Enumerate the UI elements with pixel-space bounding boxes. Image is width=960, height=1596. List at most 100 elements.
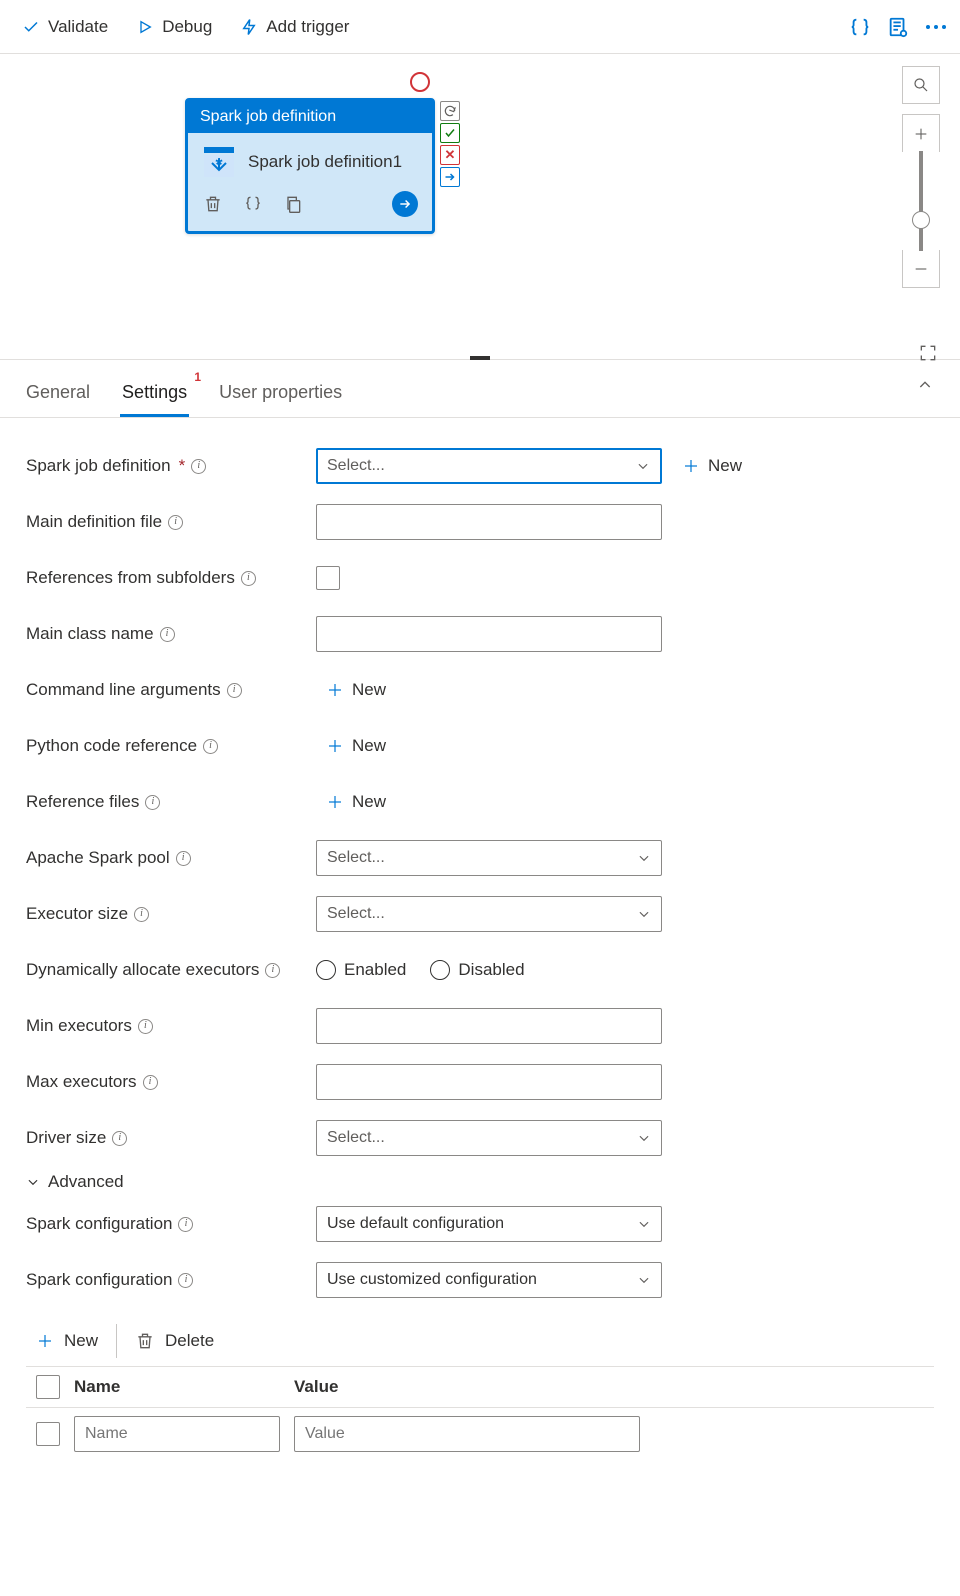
activity-card[interactable]: Spark job definition * Spark job definit…	[185, 98, 435, 234]
row-checkbox[interactable]	[36, 1422, 60, 1446]
zoom-panel	[902, 66, 940, 288]
collapse-panel-icon[interactable]	[914, 374, 936, 396]
validate-label: Validate	[48, 17, 108, 37]
spark-pool-select[interactable]: Select...	[316, 840, 662, 876]
select-all-checkbox[interactable]	[36, 1375, 60, 1399]
tab-general[interactable]: General	[24, 374, 92, 417]
info-icon[interactable]: i	[178, 1217, 193, 1232]
py-ref-label: Python code reference	[26, 736, 197, 756]
on-fail-handle[interactable]: ✕	[440, 145, 460, 165]
new-label: New	[352, 680, 386, 700]
driver-size-placeholder: Select...	[327, 1129, 385, 1147]
dyn-alloc-disabled-radio[interactable]: Disabled	[430, 960, 524, 980]
play-icon	[136, 18, 154, 36]
cmd-args-label: Command line arguments	[26, 680, 221, 700]
activity-header: Spark job definition	[188, 101, 432, 133]
config-grid-row	[26, 1408, 934, 1460]
info-icon[interactable]: i	[160, 627, 175, 642]
spark-pool-label: Apache Spark pool	[26, 848, 170, 868]
min-exec-label: Min executors	[26, 1016, 132, 1036]
info-icon[interactable]: i	[203, 739, 218, 754]
row-value-input[interactable]	[294, 1416, 640, 1452]
info-icon[interactable]: i	[138, 1019, 153, 1034]
spark-job-def-placeholder: Select...	[327, 457, 385, 475]
config-grid-header: Name Value	[26, 1366, 934, 1408]
chevron-down-icon	[26, 1175, 40, 1189]
pipeline-canvas[interactable]: Spark job definition * Spark job definit…	[0, 54, 960, 360]
delete-icon[interactable]	[202, 193, 224, 215]
advanced-toggle[interactable]: Advanced	[26, 1172, 934, 1192]
more-icon[interactable]	[924, 15, 948, 39]
exec-size-select[interactable]: Select...	[316, 896, 662, 932]
on-completion-handle[interactable]	[440, 167, 460, 187]
activity-output-handles: ✕	[440, 101, 460, 187]
info-icon[interactable]: i	[227, 683, 242, 698]
spark-job-def-select[interactable]: Select...	[316, 448, 662, 484]
col-name-header: Name	[74, 1377, 280, 1397]
new-label: New	[352, 792, 386, 812]
enabled-label: Enabled	[344, 960, 406, 980]
main-class-input[interactable]	[316, 616, 662, 652]
config-delete-button[interactable]: Delete	[135, 1331, 214, 1351]
debug-label: Debug	[162, 17, 212, 37]
row-name-input[interactable]	[74, 1416, 280, 1452]
search-canvas-button[interactable]	[902, 66, 940, 104]
refs-subfolders-checkbox[interactable]	[316, 566, 340, 590]
spark-conf-custom-select[interactable]: Use customized configuration	[316, 1262, 662, 1298]
min-exec-input[interactable]	[316, 1008, 662, 1044]
dyn-alloc-enabled-radio[interactable]: Enabled	[316, 960, 406, 980]
properties-tabs: General Settings 1 User properties	[0, 360, 960, 418]
info-icon[interactable]: i	[265, 963, 280, 978]
spark-pool-placeholder: Select...	[327, 849, 385, 867]
info-icon[interactable]: i	[241, 571, 256, 586]
zoom-slider-track[interactable]	[919, 151, 923, 251]
info-icon[interactable]: i	[168, 515, 183, 530]
driver-size-select[interactable]: Select...	[316, 1120, 662, 1156]
config-new-button[interactable]: New	[36, 1331, 98, 1351]
info-icon[interactable]: i	[145, 795, 160, 810]
ref-files-new-button[interactable]: New	[326, 792, 386, 812]
validate-button[interactable]: Validate	[12, 11, 118, 43]
debug-button[interactable]: Debug	[126, 11, 222, 43]
tab-settings[interactable]: Settings 1	[120, 374, 189, 417]
zoom-in-button[interactable]	[902, 114, 940, 152]
config-command-bar: New Delete	[26, 1312, 934, 1366]
chevron-down-icon	[636, 459, 650, 473]
properties-icon[interactable]	[886, 15, 910, 39]
cmd-args-new-button[interactable]: New	[326, 680, 386, 700]
spark-conf-default-select[interactable]: Use default configuration	[316, 1206, 662, 1242]
info-icon[interactable]: i	[178, 1273, 193, 1288]
exec-size-placeholder: Select...	[327, 905, 385, 923]
on-skip-handle[interactable]	[440, 101, 460, 121]
ref-files-label: Reference files	[26, 792, 139, 812]
new-label: New	[352, 736, 386, 756]
validation-error-marker	[410, 72, 430, 92]
driver-size-label: Driver size	[26, 1128, 106, 1148]
json-icon[interactable]	[848, 15, 872, 39]
svg-text:*: *	[215, 155, 222, 175]
zoom-slider-thumb[interactable]	[912, 211, 930, 229]
max-exec-input[interactable]	[316, 1064, 662, 1100]
settings-form: Spark job definition*i Select... New Mai…	[0, 418, 960, 1480]
info-icon[interactable]: i	[191, 459, 206, 474]
spark-job-def-new-button[interactable]: New	[682, 456, 742, 476]
max-exec-label: Max executors	[26, 1072, 137, 1092]
info-icon[interactable]: i	[112, 1131, 127, 1146]
py-ref-new-button[interactable]: New	[326, 736, 386, 756]
info-icon[interactable]: i	[134, 907, 149, 922]
add-trigger-button[interactable]: Add trigger	[230, 11, 359, 43]
main-def-file-input[interactable]	[316, 504, 662, 540]
tab-user-properties[interactable]: User properties	[217, 374, 344, 417]
plus-icon	[326, 793, 344, 811]
braces-icon[interactable]	[242, 193, 264, 215]
plus-icon	[326, 681, 344, 699]
info-icon[interactable]: i	[143, 1075, 158, 1090]
spark-job-def-label: Spark job definition	[26, 456, 171, 476]
on-success-handle[interactable]	[440, 123, 460, 143]
plus-icon	[36, 1332, 54, 1350]
copy-icon[interactable]	[282, 193, 304, 215]
info-icon[interactable]: i	[176, 851, 191, 866]
run-icon[interactable]	[392, 191, 418, 217]
zoom-out-button[interactable]	[902, 250, 940, 288]
chevron-down-icon	[637, 851, 651, 865]
